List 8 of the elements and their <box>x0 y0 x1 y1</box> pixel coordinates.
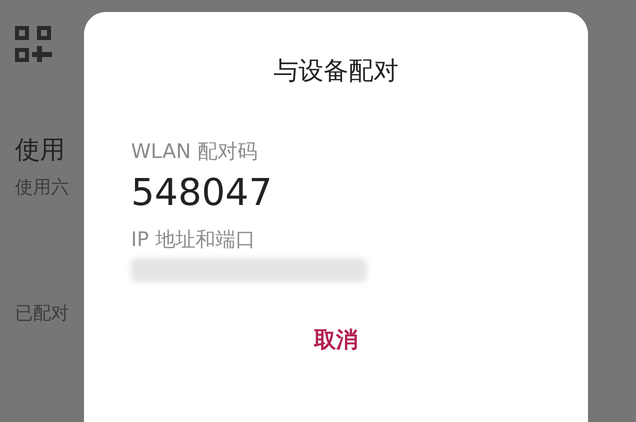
field-label: IP 地址和端口 <box>131 226 256 252</box>
option-title: 使用 <box>15 134 65 166</box>
section-header: 已配对 <box>15 302 69 326</box>
qr-code-icon[interactable] <box>15 26 53 62</box>
field-label: WLAN 配对码 <box>131 138 258 164</box>
option-description: 使用六 <box>15 176 69 200</box>
pairing-code: 548047 <box>131 170 274 216</box>
dialog-title: 与设备配对 <box>272 55 400 87</box>
